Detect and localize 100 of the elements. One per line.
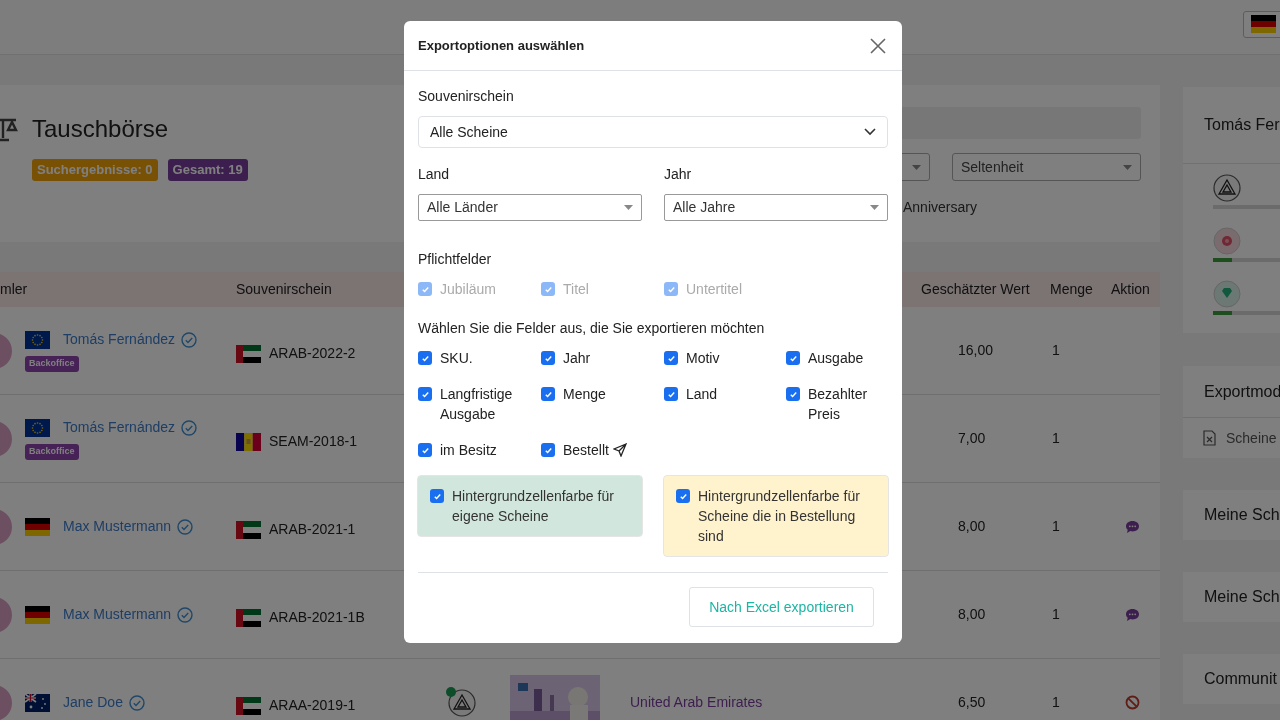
quantity-text: 1 [1052, 605, 1060, 624]
checkbox[interactable] [786, 387, 800, 401]
checkmark-icon [432, 491, 442, 501]
filter-select[interactable]: Alle Jahre [664, 194, 888, 221]
checkmark-icon [666, 389, 676, 399]
column-header: Aktion [1111, 280, 1150, 299]
checkmark-icon [543, 353, 553, 363]
value-text: 8,00 [958, 605, 986, 624]
quantity-text: 1 [1052, 693, 1060, 712]
count-badge: Gesamt: 19 [167, 159, 248, 181]
field-label: Jahr [664, 165, 693, 184]
filter-select[interactable]: Alle Länder [418, 194, 642, 221]
dropdown-caret-icon [870, 205, 879, 210]
close-button[interactable] [868, 35, 888, 56]
checkbox[interactable] [541, 387, 555, 401]
field-label: Souvenirschein [418, 87, 515, 106]
chat-icon[interactable] [1125, 519, 1140, 534]
checkmark-icon [788, 389, 798, 399]
checkbox-label: im Besitz [440, 441, 497, 460]
option-label: Anniversary [903, 199, 977, 215]
quantity-text: 1 [1052, 517, 1060, 536]
checkmark-icon [788, 353, 798, 363]
checkbox-label: Untertitel [686, 280, 743, 299]
checkbox[interactable] [786, 351, 800, 365]
checkbox-label: Bestellt [563, 441, 609, 460]
sku-text: ARAB-2021-1B [269, 608, 365, 627]
checkmark-icon [666, 353, 676, 363]
checkmark-icon [420, 284, 430, 294]
triangle-rank-icon [448, 688, 476, 717]
profile-title: Tomás Fer [1204, 115, 1280, 135]
card-title: Meine Sch [1204, 505, 1280, 525]
checkbox[interactable] [418, 351, 432, 365]
checkbox[interactable] [430, 489, 444, 503]
export-excel-button[interactable]: Nach Excel exportieren [689, 587, 874, 627]
checkbox[interactable] [418, 387, 432, 401]
checkbox-label: Jahr [563, 349, 591, 368]
value-text: 6,50 [958, 693, 986, 712]
column-header: Menge [1050, 280, 1093, 299]
count-badge: Suchergebnisse: 0 [32, 159, 158, 181]
dropdown-caret-icon [624, 205, 633, 210]
country-text: United Arab Emirates [630, 693, 763, 712]
checkbox-label: Bezahlter Preis [808, 385, 869, 424]
value-text: 7,00 [958, 429, 986, 448]
checkbox[interactable] [541, 351, 555, 365]
chat-icon[interactable] [1125, 607, 1140, 622]
export-link[interactable]: Scheine [1226, 427, 1277, 449]
checkbox-label: Menge [563, 385, 606, 404]
dropdown-caret-icon [912, 164, 921, 170]
dialog-title: Exportoptionen auswählen [418, 36, 585, 55]
checkbox-label: Titel [563, 280, 589, 299]
role-badge: Backoffice [25, 356, 79, 372]
close-icon [870, 37, 886, 54]
checkbox[interactable] [664, 387, 678, 401]
section-label: Wählen Sie die Felder aus, die Sie exportieren möchten [418, 319, 766, 338]
user-name-link[interactable]: Tomás Fernández [63, 329, 176, 351]
user-name-link[interactable]: Max Mustermann [63, 516, 172, 537]
user-name-link[interactable]: Max Mustermann [63, 604, 172, 625]
checkbox[interactable] [418, 443, 432, 457]
checkbox-label: Ausgabe [808, 349, 864, 368]
checkbox[interactable] [676, 489, 690, 503]
rarity-select[interactable]: Seltenheit [952, 153, 1141, 181]
column-header: Geschätzter Wert [921, 280, 1030, 299]
quantity-text: 1 [1052, 429, 1060, 448]
sku-text: ARAB-2022-2 [269, 344, 356, 363]
checkbox[interactable] [664, 351, 678, 365]
souvenir-select[interactable]: Alle Scheine [418, 116, 888, 148]
sku-text: SEAM-2018-1 [269, 432, 357, 451]
card-title: Exportmod [1204, 381, 1280, 402]
role-badge: Backoffice [25, 444, 79, 460]
page-title: Tauschbörse [32, 114, 169, 144]
chevron-down-icon [864, 128, 876, 136]
user-name-link[interactable]: Tomás Fernández [63, 417, 176, 439]
language-button[interactable] [1243, 10, 1280, 38]
checkmark-icon [420, 445, 430, 455]
checkmark-icon [543, 389, 553, 399]
checkbox-label: Land [686, 385, 718, 404]
checkbox[interactable] [541, 443, 555, 457]
scale-icon [0, 116, 20, 142]
checkbox-label: Motiv [686, 349, 720, 368]
checkbox-label: Langfristige Ausgabe [440, 385, 514, 424]
checkmark-icon [666, 284, 676, 294]
checkmark-icon [543, 284, 553, 294]
checkbox-label: Hintergrundzellenfarbe für eigene Scheine [452, 487, 615, 526]
checkmark-icon [420, 389, 430, 399]
value-text: 8,00 [958, 517, 986, 536]
field-label: Land [418, 165, 451, 184]
dropdown-caret-icon [1123, 164, 1132, 170]
checkbox-label: Hintergrundzellenfarbe für Scheine die in Bestellung sind [698, 487, 861, 546]
user-name-link[interactable]: Jane Doe [63, 692, 123, 713]
excel-file-icon [1203, 430, 1216, 446]
checkbox-label: Jubiläum [440, 280, 497, 299]
checkmark-icon [678, 491, 688, 501]
column-header: mler [0, 280, 28, 299]
quantity-text: 1 [1052, 341, 1060, 360]
card-title: Meine Sch [1204, 587, 1280, 607]
card-title: Communit [1204, 669, 1277, 689]
value-text: 16,00 [958, 341, 994, 360]
ban-icon[interactable] [1125, 695, 1140, 710]
column-header: Souvenirschein [236, 280, 332, 299]
sku-text: ARAB-2021-1 [269, 520, 356, 539]
